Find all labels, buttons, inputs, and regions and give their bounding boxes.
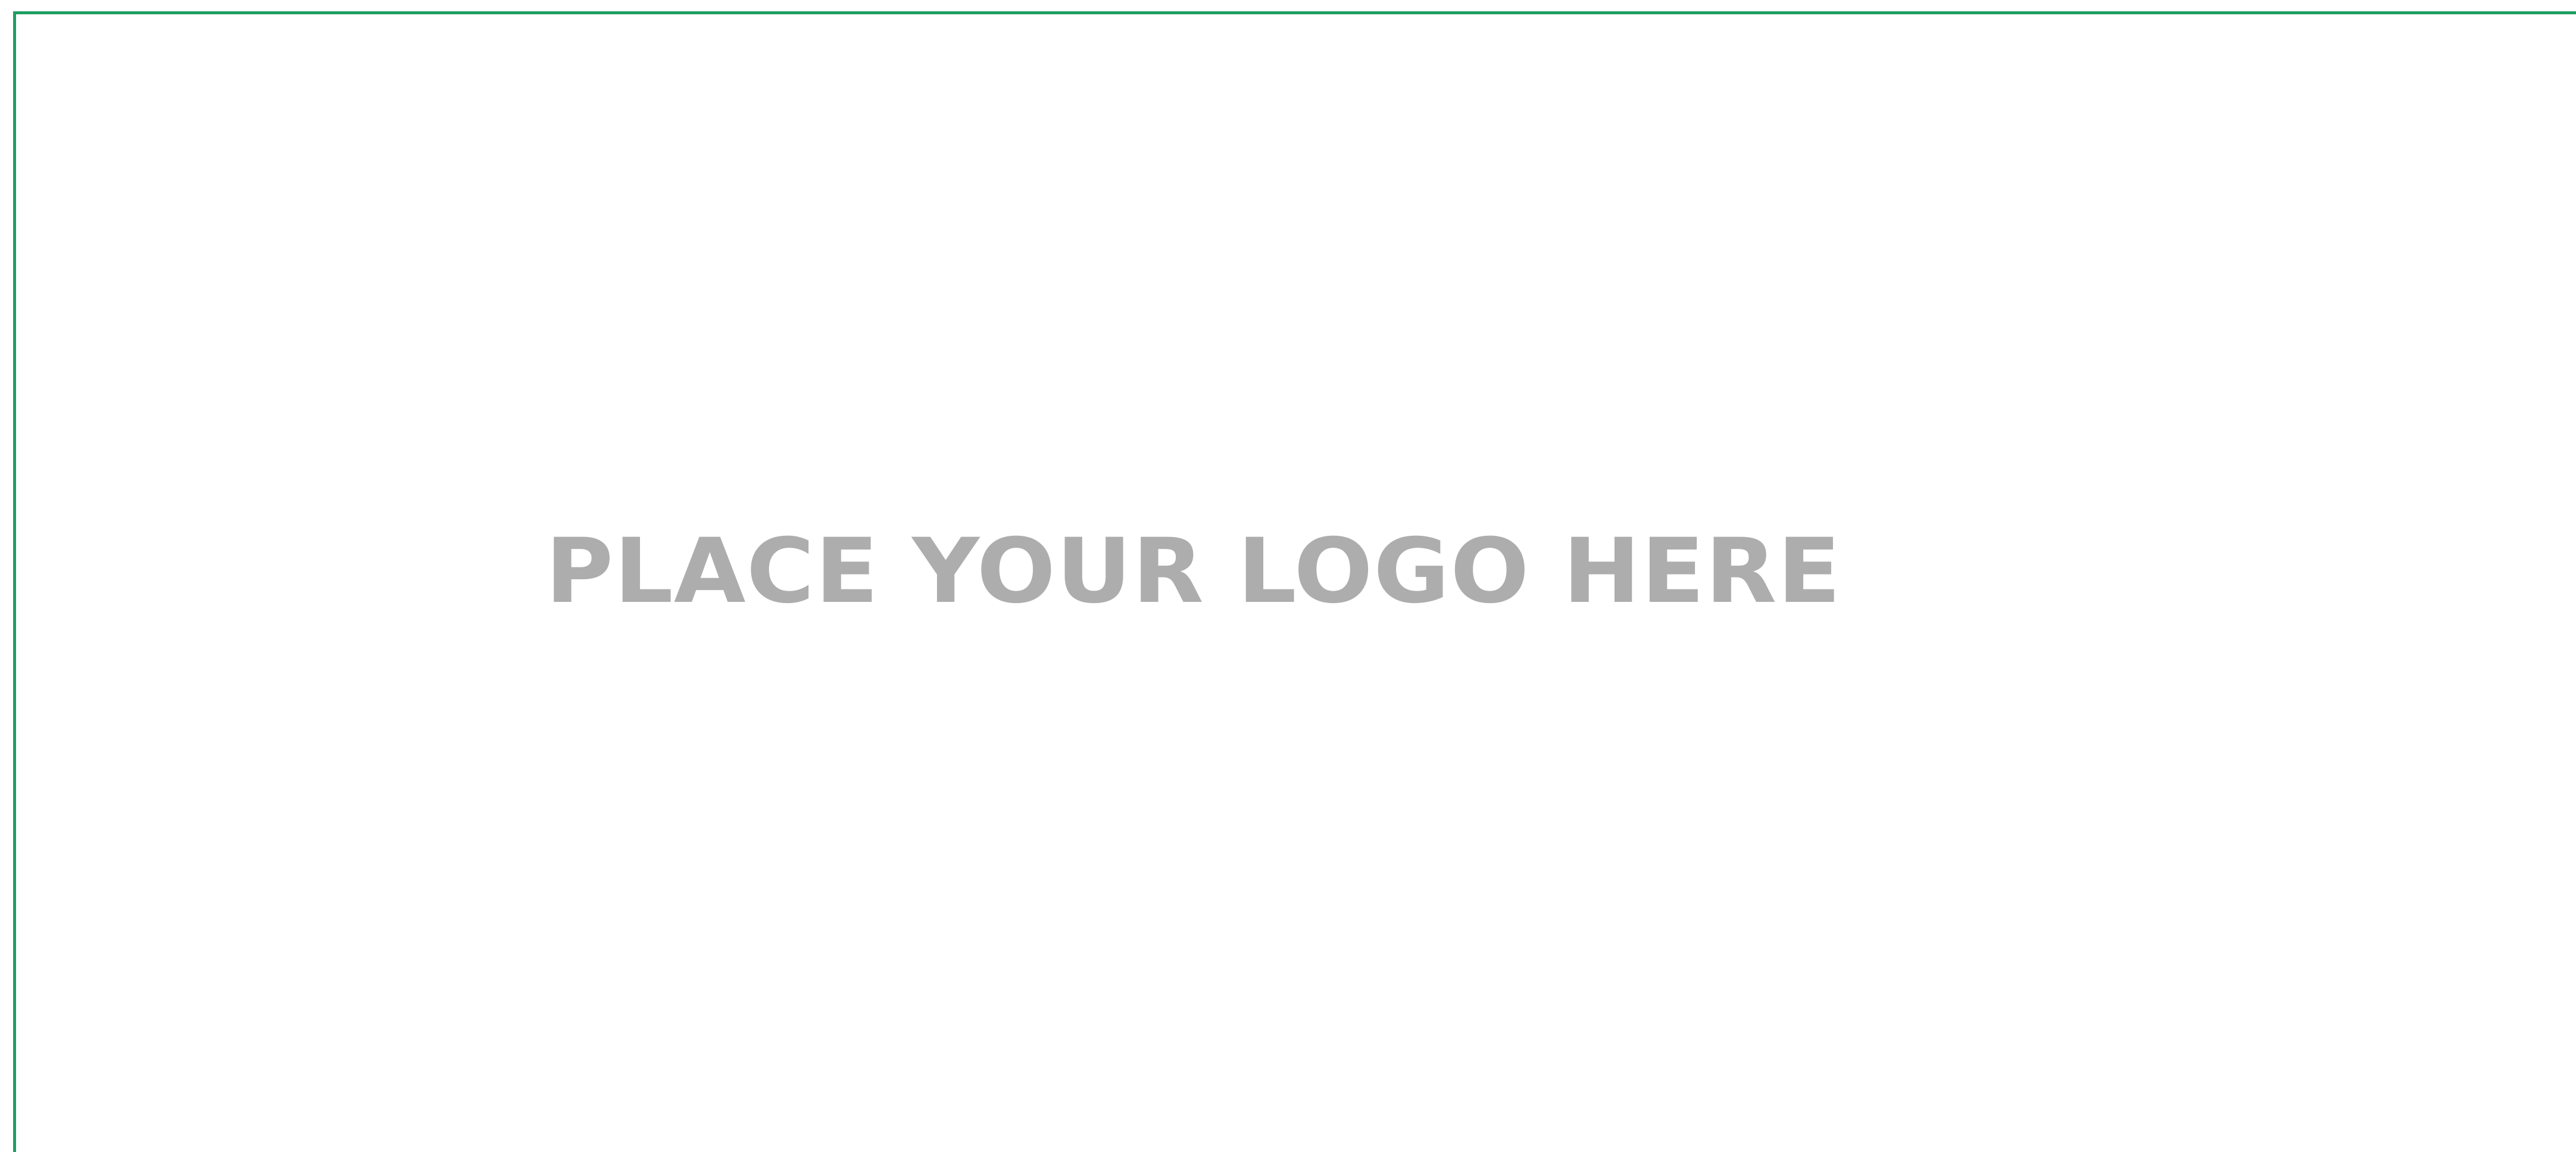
frame-left-border: [13, 11, 16, 1152]
logo-placeholder-text: PLACE YOUR LOGO HERE: [545, 520, 1842, 623]
page: PLACE YOUR LOGO HERE: [0, 0, 2576, 1152]
frame-top-border: [13, 11, 2576, 14]
logo-placeholder: PLACE YOUR LOGO HERE: [545, 524, 1992, 619]
